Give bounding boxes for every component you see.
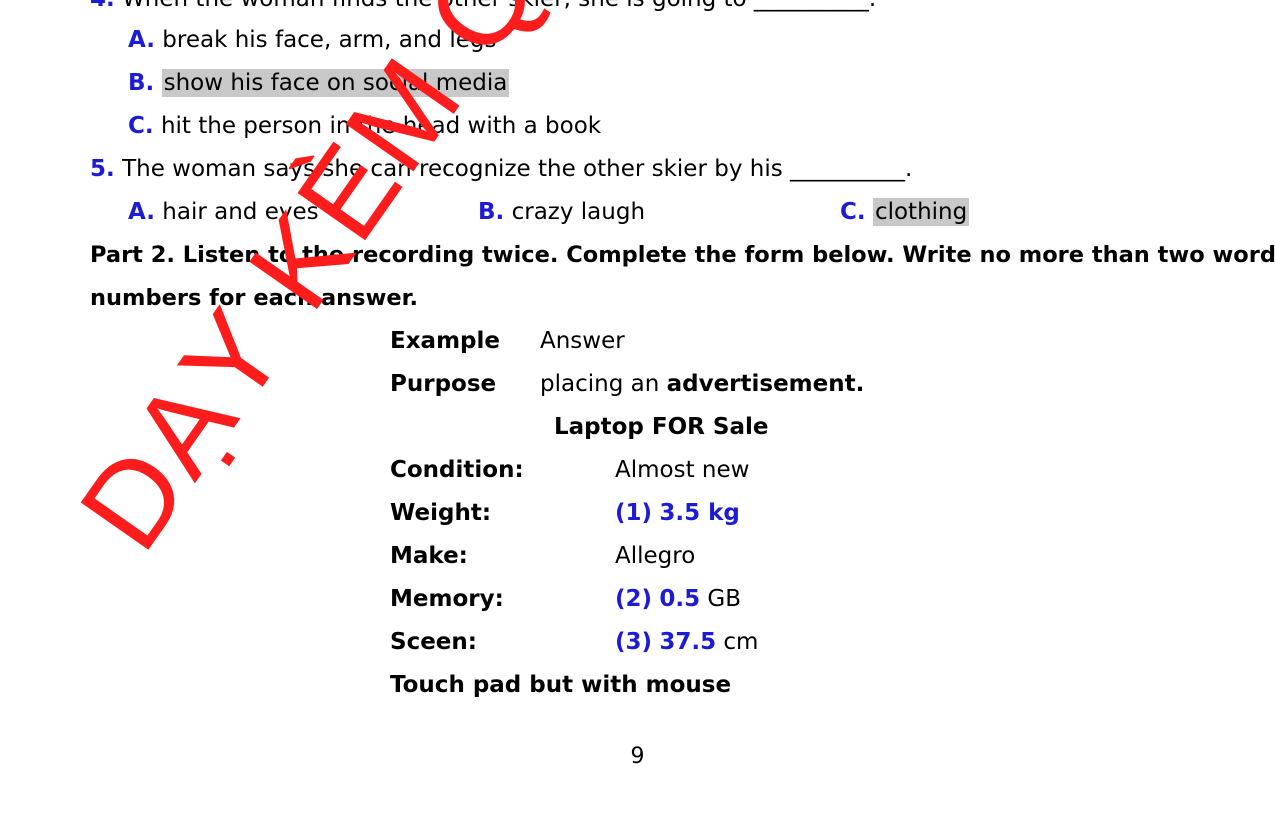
answer-unit: GB — [707, 586, 742, 612]
q5-option-a: A. hair and eyes — [128, 197, 319, 227]
answer-number: (1) — [615, 500, 653, 526]
purpose-plain-text: placing an — [540, 371, 660, 397]
q5-option-c: C. clothing — [840, 197, 970, 227]
make-value: Allegro — [615, 543, 696, 569]
option-letter: A. — [128, 199, 155, 225]
answer-value: 0.5 — [659, 586, 701, 612]
purpose-label: Purpose — [390, 371, 497, 397]
form-heading: Laptop FOR Sale — [554, 414, 769, 440]
screen-answer: (3) 37.5 cm — [615, 627, 758, 657]
memory-answer: (2) 0.5 GB — [615, 584, 741, 614]
example-label: Example — [390, 328, 500, 354]
q4-option-b: B. show his face on social media — [128, 68, 510, 98]
option-letter: B. — [128, 70, 155, 96]
option-text: break his face, arm, and legs — [162, 27, 497, 53]
option-letter: C. — [840, 199, 866, 225]
make-label: Make: — [390, 543, 468, 569]
question-4: 4. When the woman finds the other skier,… — [90, 0, 876, 14]
answer-unit: cm — [723, 629, 759, 655]
page-number: 9 — [630, 744, 645, 769]
q4-option-a: A. break his face, arm, and legs — [128, 25, 496, 55]
option-letter: C. — [128, 113, 154, 139]
answer-value: 3.5 kg — [659, 500, 740, 526]
option-text: hair and eyes — [162, 199, 319, 225]
option-letter: A. — [128, 27, 155, 53]
weight-label: Weight: — [390, 500, 492, 526]
part2-instructions-line1: Part 2. Listen to the recording twice. C… — [90, 242, 1275, 268]
option-text-highlighted: show his face on social media — [161, 69, 510, 97]
q4-option-c: C. hit the person in the head with a boo… — [128, 111, 601, 141]
option-text: hit the person in the head with a book — [160, 113, 602, 139]
answer-value: 37.5 — [659, 629, 717, 655]
form-footer-note: Touch pad but with mouse — [390, 672, 732, 698]
answer-number: (2) — [615, 586, 653, 612]
purpose-value: placing an advertisement. — [540, 369, 864, 399]
option-letter: B. — [478, 199, 505, 225]
part2-instructions-line2: numbers for each answer. — [90, 285, 419, 311]
q5-option-b: B. crazy laugh — [478, 197, 645, 227]
purpose-bold-text: advertisement. — [666, 371, 865, 397]
answer-number: (3) — [615, 629, 653, 655]
question-5: 5. The woman says she can recognize the … — [90, 154, 912, 184]
option-text-highlighted: clothing — [872, 198, 970, 226]
condition-label: Condition: — [390, 457, 524, 483]
example-value: Answer — [540, 328, 625, 354]
question-number: 4. — [90, 0, 115, 12]
question-text: The woman says she can recognize the oth… — [122, 156, 913, 182]
question-text: When the woman finds the other skier, sh… — [122, 0, 876, 12]
condition-value: Almost new — [615, 457, 750, 483]
option-text: crazy laugh — [511, 199, 646, 225]
memory-label: Memory: — [390, 586, 504, 612]
weight-answer: (1) 3.5 kg — [615, 498, 740, 528]
screen-label: Sceen: — [390, 629, 477, 655]
question-number: 5. — [90, 156, 115, 182]
